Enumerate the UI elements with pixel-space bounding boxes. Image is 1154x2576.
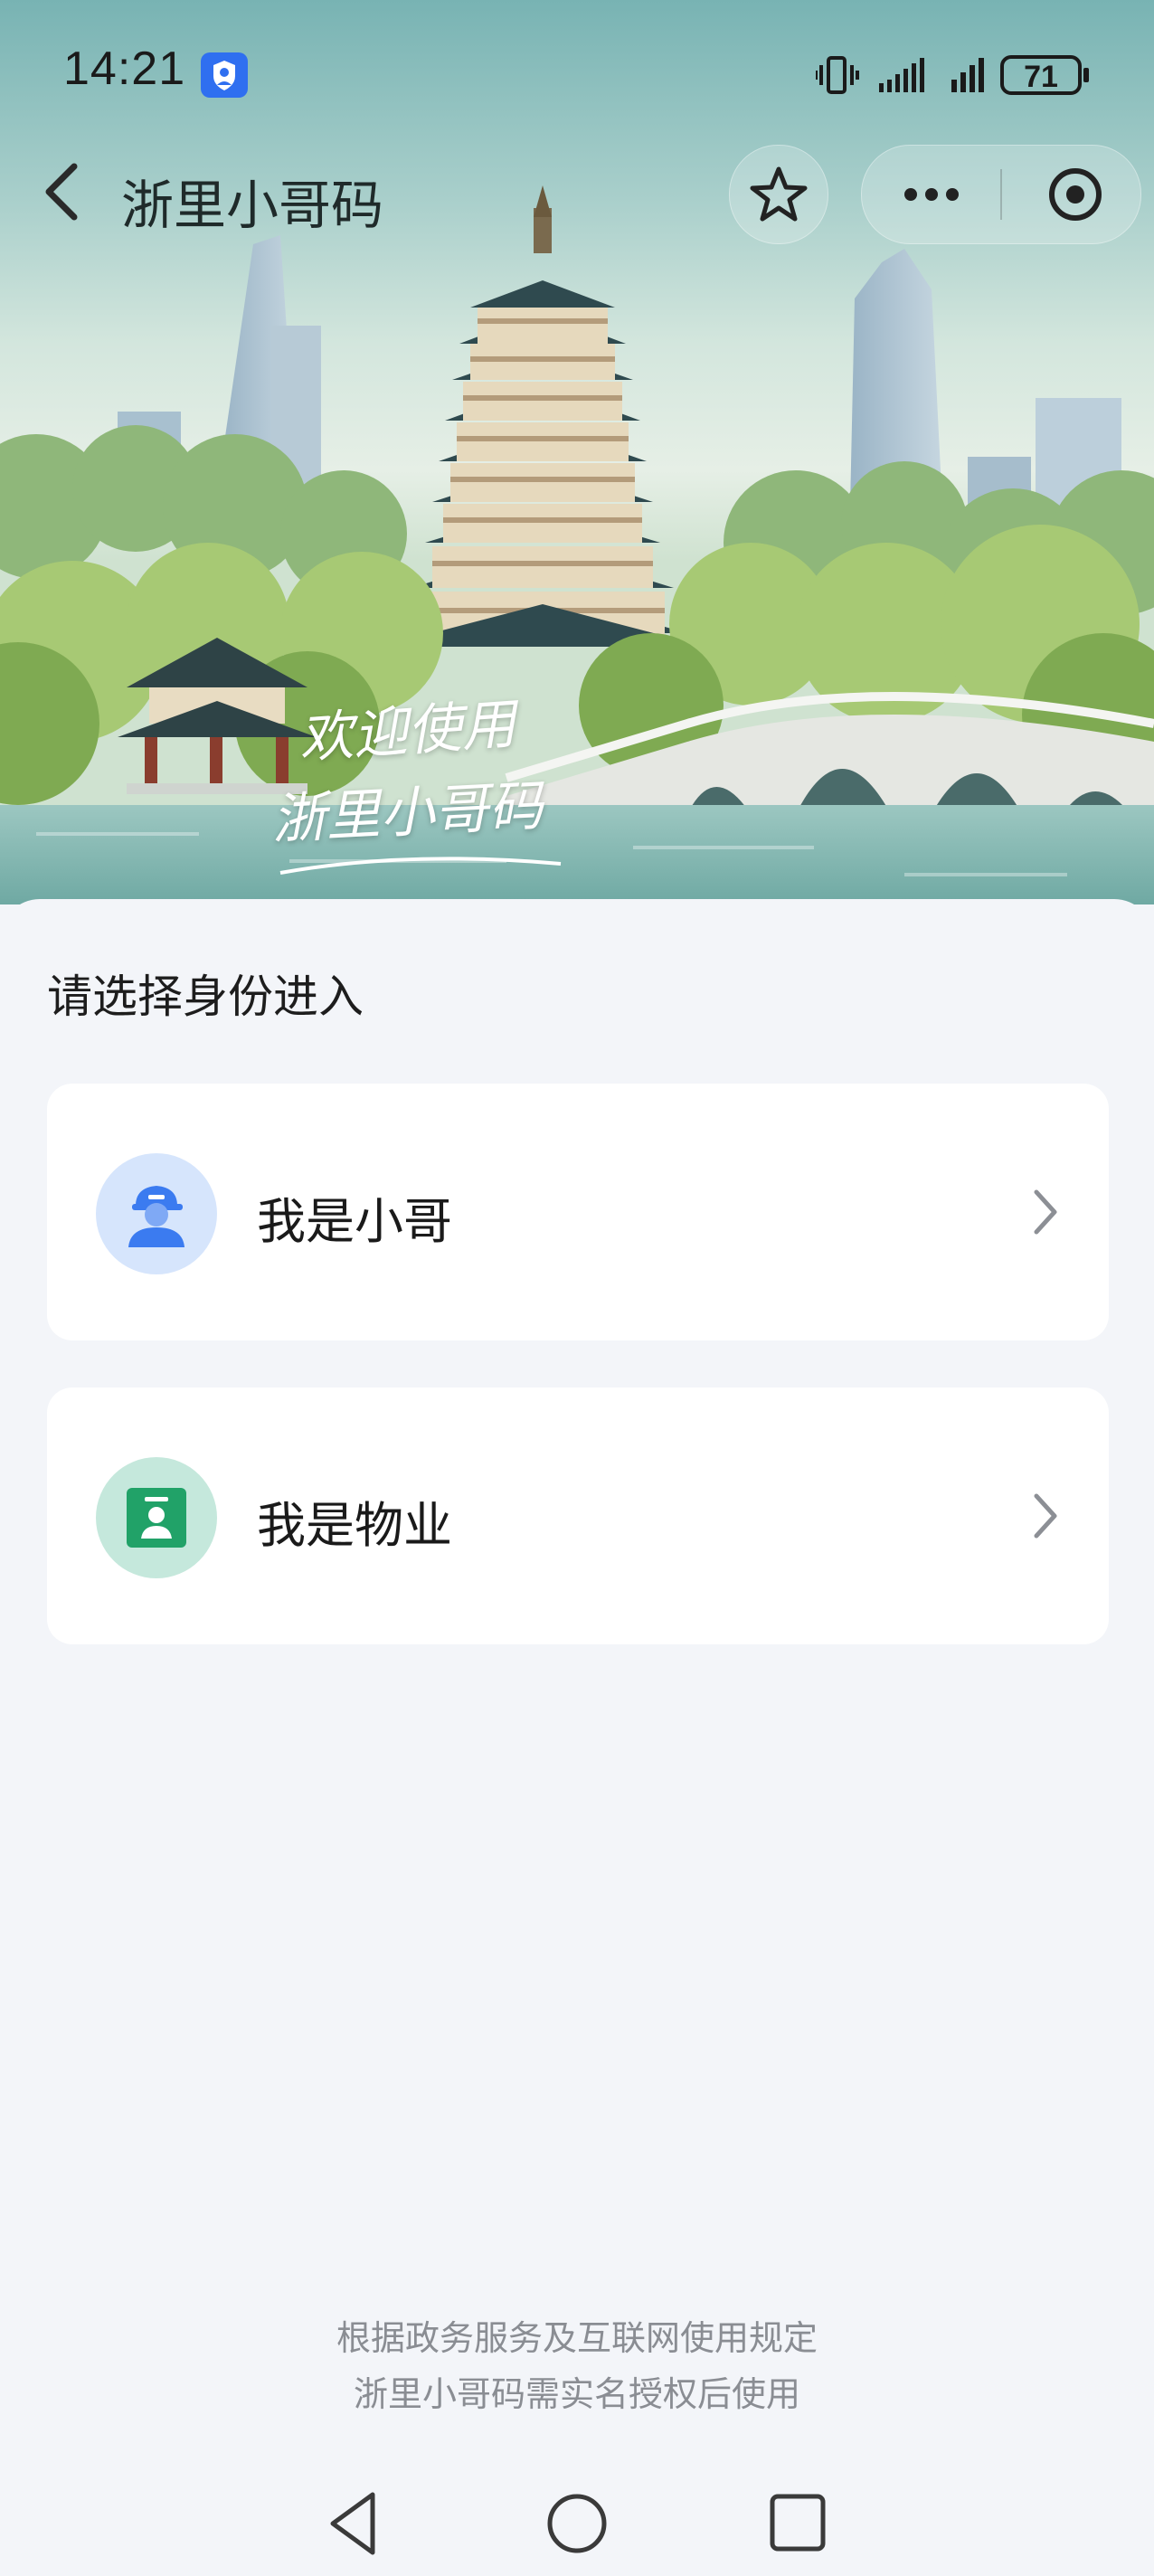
nav-recents-button[interactable] (752, 2478, 843, 2569)
mini-program-capsule (861, 145, 1141, 244)
role-card-property[interactable]: 我是物业 (47, 1387, 1109, 1644)
back-button[interactable] (34, 156, 89, 228)
select-role-prompt: 请选择身份进入 (47, 971, 364, 1023)
square-recents-icon (770, 2494, 826, 2552)
role-label-courier: 我是小哥 (257, 1193, 452, 1250)
battery-level: 71 (1024, 60, 1058, 94)
star-icon (750, 166, 808, 222)
system-navigation-bar (0, 2478, 1154, 2576)
real-name-notice: 根据政务服务及互联网使用规定 浙里小哥码需实名授权后使用 (0, 2310, 1154, 2422)
back-arrow-icon (45, 163, 78, 221)
signal-icon (951, 58, 984, 92)
welcome-line-1: 欢迎使用 (297, 692, 518, 772)
status-icons: 71 (816, 55, 1089, 95)
nav-back-button[interactable] (307, 2478, 398, 2569)
triangle-back-icon (330, 2492, 375, 2555)
nav-home-button[interactable] (532, 2478, 622, 2569)
hero-banner: 14:21 71 浙里小哥码 欢迎使用 浙里小哥码 (0, 0, 1154, 904)
courier-icon (96, 1153, 217, 1274)
capsule-divider (1000, 169, 1002, 220)
chevron-right-icon (1034, 1189, 1057, 1235)
more-dots-icon (904, 188, 959, 201)
chevron-right-icon (1034, 1493, 1057, 1539)
role-selection-panel: 请选择身份进入 我是小哥 我是物业 根据政务服务及互联网使用规定 浙里小哥码需实… (0, 899, 1154, 2576)
notice-line-1: 根据政务服务及互联网使用规定 (336, 2318, 818, 2358)
vibrate-icon (816, 56, 859, 94)
status-bar: 14:21 71 (0, 0, 1154, 145)
favorite-button[interactable] (729, 145, 828, 244)
more-button[interactable] (862, 146, 1001, 243)
role-label-property: 我是物业 (257, 1497, 452, 1554)
close-mini-program-button[interactable] (1003, 146, 1140, 243)
welcome-line-2: 浙里小哥码 (270, 774, 544, 852)
notice-line-2: 浙里小哥码需实名授权后使用 (353, 2374, 800, 2414)
signal-icon (879, 58, 924, 92)
property-badge-icon (96, 1457, 217, 1578)
circle-home-icon (547, 2494, 607, 2553)
status-time: 14:21 (63, 43, 186, 95)
page-title: 浙里小哥码 (121, 175, 384, 236)
shield-app-icon (201, 52, 248, 98)
role-card-courier[interactable]: 我是小哥 (47, 1084, 1109, 1340)
target-close-icon (1049, 168, 1102, 221)
